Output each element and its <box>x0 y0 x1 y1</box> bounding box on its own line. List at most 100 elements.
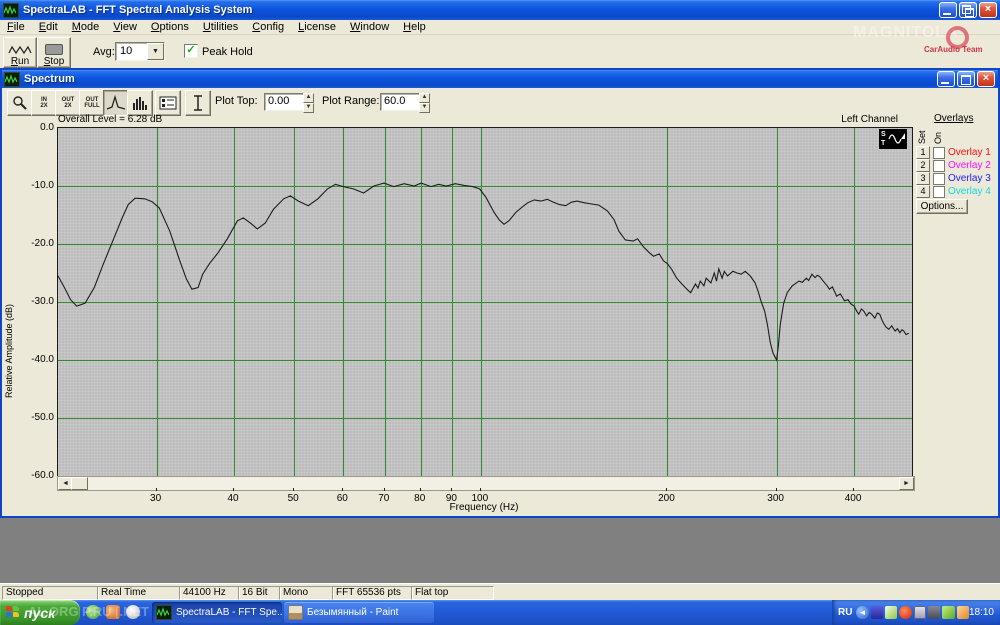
overlay-3-set-button[interactable]: 3 <box>916 172 930 185</box>
tray-icon-4[interactable] <box>914 606 926 619</box>
quicklaunch-icon-2[interactable] <box>106 605 120 619</box>
spectrum-minimize-button[interactable] <box>937 71 955 87</box>
zoom-tool-button[interactable] <box>7 90 33 116</box>
plot-range-spinner[interactable]: ▲▼ <box>419 93 430 113</box>
quicklaunch-icon-1[interactable] <box>86 605 100 619</box>
plot-top-spin-up-icon[interactable]: ▲ <box>303 93 314 103</box>
quicklaunch-icon-3[interactable] <box>126 605 140 619</box>
line-plot-mode-button[interactable] <box>103 90 129 116</box>
stop-button-label: Stop <box>44 56 65 67</box>
close-button[interactable]: × <box>979 2 997 18</box>
amplitude-axis-button[interactable] <box>185 90 211 116</box>
overlay-2-set-button[interactable]: 2 <box>916 159 930 172</box>
overlay-1-label: Overlay 1 <box>948 147 991 158</box>
magnifier-icon <box>12 95 28 111</box>
overlay-4-set-button[interactable]: 4 <box>916 185 930 198</box>
app-title: SpectraLAB - FFT Spectral Analysis Syste… <box>23 4 252 16</box>
plot-top-spinner[interactable]: ▲▼ <box>303 93 314 113</box>
minimize-button[interactable] <box>939 2 957 18</box>
run-waveform-icon <box>8 44 32 56</box>
overlay-2-checkbox[interactable] <box>933 160 945 172</box>
plot-top-spin-down-icon[interactable]: ▼ <box>303 103 314 113</box>
paint-task-icon <box>288 605 303 620</box>
properties-list-icon <box>159 96 177 110</box>
run-button-label: Run <box>11 56 29 67</box>
peak-hold-checkbox[interactable]: ✓ <box>184 44 198 58</box>
status-mode: Real Time <box>97 586 181 600</box>
menu-edit[interactable]: Edit <box>32 21 65 33</box>
overlay-4-checkbox[interactable] <box>933 186 945 198</box>
tray-icon-7[interactable] <box>957 606 969 619</box>
plot-area[interactable]: ST <box>57 127 913 477</box>
menu-license[interactable]: License <box>291 21 343 33</box>
menu-utilities[interactable]: Utilities <box>196 21 245 33</box>
avg-dropdown-arrow-icon[interactable]: ▼ <box>147 43 164 60</box>
overlays-title: Overlays <box>934 113 973 124</box>
clock[interactable]: 18:10 <box>969 607 994 618</box>
plot-range-spin-up-icon[interactable]: ▲ <box>419 93 430 103</box>
plot-range-label: Plot Range: <box>322 95 379 107</box>
tray-icon-3[interactable] <box>899 606 911 619</box>
y-axis-ticks: 0.0-10.0-20.0-30.0-40.0-50.0-60.0 <box>20 127 54 475</box>
menu-config[interactable]: Config <box>245 21 291 33</box>
spectrum-maximize-button[interactable] <box>957 71 975 87</box>
overlay-1-set-button[interactable]: 1 <box>916 146 930 159</box>
overlay-3-checkbox[interactable] <box>933 173 945 185</box>
status-fft-size: FFT 65536 pts <box>332 586 413 600</box>
avg-label: Avg: <box>93 46 115 58</box>
peak-curve-icon <box>106 95 126 111</box>
stop-icon <box>45 44 63 55</box>
mdi-background <box>0 518 1000 583</box>
y-tick-label: -60.0 <box>31 470 54 481</box>
taskbar-item-paint[interactable]: Безымянный - Paint <box>284 602 434 623</box>
bar-plot-mode-button[interactable] <box>127 90 153 116</box>
tray-icon-2[interactable] <box>885 606 897 619</box>
zoom-in-2x-button[interactable]: IN 2X <box>31 90 57 116</box>
menu-view[interactable]: View <box>106 21 144 33</box>
tray-icon-6[interactable] <box>942 606 954 619</box>
avg-dropdown[interactable]: 10 ▼ <box>115 42 165 61</box>
y-tick-label: -10.0 <box>31 180 54 191</box>
zoom-out-full-button[interactable]: OUT FULL <box>79 90 105 116</box>
menu-file[interactable]: File <box>0 21 32 33</box>
tray-icon-1[interactable] <box>871 606 883 619</box>
menu-mode[interactable]: Mode <box>65 21 107 33</box>
overlay-options-button[interactable]: Options... <box>916 199 968 214</box>
zoom-out-2x-button[interactable]: OUT 2X <box>55 90 81 116</box>
stop-button[interactable]: Stop <box>37 37 71 68</box>
overlay-2-label: Overlay 2 <box>948 160 991 171</box>
spectrum-close-button[interactable]: × <box>977 71 995 87</box>
y-axis-title: Relative Amplitude (dB) <box>4 218 14 398</box>
spectrum-window: Spectrum × IN 2X OUT 2X OUT FULL <box>0 68 1000 518</box>
plot-h-scrollbar[interactable]: ◄ ► <box>57 476 915 491</box>
zoom-in-2x-label2: 2X <box>40 103 47 109</box>
main-toolbar: Run Stop Avg: 10 ▼ ✓ Peak Hold <box>0 35 1000 68</box>
restore-button[interactable] <box>959 2 977 18</box>
plot-range-spin-down-icon[interactable]: ▼ <box>419 103 430 113</box>
spectrum-plot <box>58 128 912 476</box>
taskbar-item-spectralab[interactable]: SpectraLAB - FFT Spe... <box>152 602 282 623</box>
scrollbar-thumb[interactable] <box>71 477 88 490</box>
channel-label: Left Channel <box>772 114 898 125</box>
zoom-out-full-label2: FULL <box>84 103 99 109</box>
run-button[interactable]: Run <box>3 37 37 68</box>
plot-options-button[interactable] <box>155 90 181 116</box>
overlay-1-checkbox[interactable] <box>933 147 945 159</box>
menu-help[interactable]: Help <box>396 21 433 33</box>
menu-window[interactable]: Window <box>343 21 396 33</box>
overlay-3-label: Overlay 3 <box>948 173 991 184</box>
y-tick-label: -20.0 <box>31 238 54 249</box>
spectrum-window-controls: × <box>935 71 995 87</box>
scroll-right-arrow-icon[interactable]: ► <box>899 477 914 490</box>
channel-st-icon[interactable]: ST <box>879 129 907 149</box>
app-titlebar: SpectraLAB - FFT Spectral Analysis Syste… <box>0 0 1000 20</box>
plot-top-input[interactable]: 0.00 <box>264 93 305 111</box>
menubar: File Edit Mode View Options Utilities Co… <box>0 20 1000 35</box>
plot-range-input[interactable]: 60.0 <box>380 93 421 111</box>
tray-collapse-chevron-icon[interactable]: ◄ <box>856 606 868 619</box>
menu-options[interactable]: Options <box>144 21 196 33</box>
language-indicator[interactable]: RU <box>838 607 852 618</box>
start-button[interactable]: пуск <box>0 600 80 625</box>
taskbar: пуск SpectraLAB - FFT Spe... Безымянный … <box>0 600 1000 625</box>
tray-icon-5[interactable] <box>928 606 940 619</box>
